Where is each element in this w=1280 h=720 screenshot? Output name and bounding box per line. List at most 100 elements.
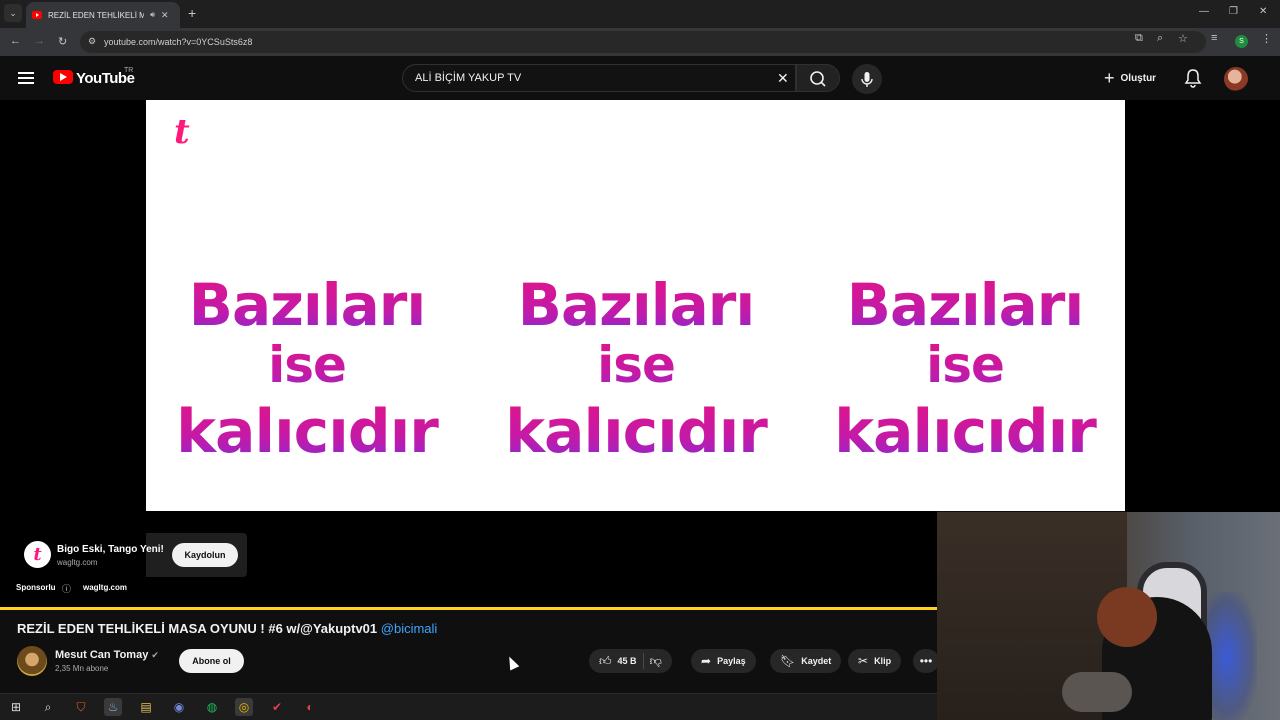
tango-logo: t <box>174 112 190 152</box>
promo-line: ise <box>501 340 771 402</box>
webcam-streamer-hair <box>1097 587 1157 647</box>
address-bar[interactable]: ⚙ youtube.com/watch?v=0YCSuSts6z8 <box>80 31 1206 53</box>
notifications-button[interactable] <box>1184 68 1202 93</box>
youtube-favicon-icon <box>32 11 42 19</box>
webcam-pet <box>1062 672 1132 712</box>
sponsor-domain[interactable]: wagltg.com <box>83 583 127 592</box>
account-avatar[interactable] <box>1224 67 1248 91</box>
streaming-app-icon[interactable]: ✔ <box>268 698 286 716</box>
video-title-text: REZİL EDEN TEHLİKELİ MASA OYUNU ! #6 w/@… <box>17 621 378 636</box>
like-count[interactable]: 45 B <box>618 656 637 666</box>
create-label: Oluştur <box>1120 72 1157 84</box>
ad-progress-bar[interactable] <box>0 607 937 610</box>
taskbar-search-icon[interactable]: ⌕ <box>39 698 57 716</box>
channel-name-text[interactable]: Mesut Can Tomay <box>55 649 148 661</box>
save-label: Kaydet <box>801 656 832 666</box>
forward-arrow-icon[interactable]: → <box>34 35 45 47</box>
browser-tab-active[interactable]: REZİL EDEN TEHLİKELİ MASA OYUNU ! #6 w/@… <box>26 2 180 28</box>
webcam-overlay <box>937 512 1280 720</box>
window-close-button[interactable]: ✕ <box>1259 6 1267 17</box>
create-button[interactable]: + Oluştur <box>1104 66 1156 90</box>
share-button[interactable]: ➦ Paylaş <box>691 649 756 673</box>
like-divider <box>642 653 644 669</box>
browser-menu-icon[interactable]: ⋮ <box>1261 32 1272 45</box>
channel-name[interactable]: Mesut Can Tomay ✔ <box>55 649 159 661</box>
clip-label: Klip <box>874 656 892 666</box>
video-title: REZİL EDEN TEHLİKELİ MASA OYUNU ! #6 w/@… <box>17 621 437 636</box>
guide-menu-icon[interactable] <box>18 72 34 84</box>
browser-profile-avatar[interactable]: S <box>1235 35 1248 48</box>
bookmark-icon: 🔖︎ <box>780 654 796 668</box>
search-query[interactable]: ALİ BİÇİM YAKUP TV <box>415 72 521 84</box>
file-explorer-icon[interactable]: ▤ <box>137 698 155 716</box>
obs-icon[interactable]: ◐ <box>301 698 319 716</box>
tab-title: REZİL EDEN TEHLİKELİ MASA OYUNU ! #6 w/@… <box>48 10 144 20</box>
discord-icon[interactable]: ◉ <box>170 698 188 716</box>
verified-badge-icon: ✔ <box>151 650 159 660</box>
steam-icon[interactable]: ♨ <box>104 698 122 716</box>
share-arrow-icon: ➦ <box>701 654 712 668</box>
microphone-icon <box>861 72 873 87</box>
subscriber-count: 2,35 Mn abone <box>55 664 109 673</box>
channel-avatar[interactable] <box>17 646 47 676</box>
ad-domain[interactable]: wagltg.com <box>57 558 97 567</box>
browser-toolbar: ← → ↻ ⚙ youtube.com/watch?v=0YCSuSts6z8 … <box>0 28 1280 56</box>
promo-text-block: Bazıları ise kalıcıdır <box>172 276 442 468</box>
player-letterbox-left <box>0 100 146 608</box>
windows-start-icon[interactable]: ⊞ <box>7 698 25 716</box>
back-arrow-icon[interactable]: ← <box>10 35 21 47</box>
browser-tab-strip: ⌄ REZİL EDEN TEHLİKELİ MASA OYUNU ! #6 w… <box>0 0 1280 28</box>
ad-signup-button[interactable]: Kaydolun <box>172 543 238 567</box>
share-label: Paylaş <box>717 656 746 666</box>
new-tab-button[interactable]: + <box>188 5 196 21</box>
player-letterbox-right <box>1125 100 1280 512</box>
search-input[interactable]: ALİ BİÇİM YAKUP TV ✕ <box>402 64 796 92</box>
plus-icon: + <box>1104 67 1115 88</box>
like-dislike-group: 👍︎ 45 B 👎︎ <box>589 649 672 673</box>
search-icon <box>810 71 826 87</box>
spotify-icon[interactable]: ◍ <box>203 698 221 716</box>
chrome-icon[interactable]: ◎ <box>235 698 253 716</box>
tab-close-icon[interactable]: ✕ <box>161 10 169 21</box>
speaker-icon[interactable]: 🔊︎ <box>150 10 155 20</box>
promo-line: Bazıları <box>172 276 442 340</box>
save-button[interactable]: 🔖︎ Kaydet <box>770 649 842 673</box>
site-info-icon[interactable]: ⚙ <box>88 36 96 47</box>
voice-search-button[interactable] <box>852 64 882 94</box>
zoom-icon[interactable]: ⌕ <box>1157 32 1163 45</box>
reload-icon[interactable]: ↻ <box>58 35 67 48</box>
country-code: TR <box>124 67 134 74</box>
clear-search-icon[interactable]: ✕ <box>777 70 789 87</box>
channel-mention-link[interactable]: @bicimali <box>381 621 438 636</box>
mouse-cursor-icon <box>504 654 520 671</box>
address-url[interactable]: youtube.com/watch?v=0YCSuSts6z8 <box>104 37 252 47</box>
player-letterbox-bottom <box>146 511 937 608</box>
bookmark-star-icon[interactable]: ☆ <box>1178 32 1188 45</box>
promo-line: kalıcıdır <box>501 402 771 468</box>
subscribe-button[interactable]: Abone ol <box>179 649 244 673</box>
restore-button[interactable]: ❐ <box>1229 6 1238 17</box>
brave-browser-icon[interactable]: ⛉ <box>72 698 90 716</box>
youtube-masthead: YouTube TR ALİ BİÇİM YAKUP TV ✕ + Oluştu… <box>0 56 1280 100</box>
promo-line: Bazıları <box>830 276 1100 340</box>
bell-icon <box>1184 69 1202 88</box>
media-controls-icon[interactable]: ≡ <box>1211 32 1217 44</box>
youtube-logo-icon[interactable] <box>53 70 73 84</box>
thumbs-up-icon[interactable]: 👍︎ <box>599 654 612 669</box>
promo-text-block: Bazıları ise kalıcıdır <box>830 276 1100 468</box>
thumbs-down-icon[interactable]: 👎︎ <box>650 654 662 669</box>
sponsored-label: Sponsorlu <box>16 583 56 592</box>
video-frame[interactable]: t Bazıları ise kalıcıdır Bazıları ise ka… <box>146 100 1125 511</box>
more-actions-icon[interactable]: ••• <box>913 649 939 673</box>
cast-icon[interactable]: ⧉ <box>1135 32 1143 45</box>
ad-info-icon[interactable]: ⓘ <box>62 582 71 595</box>
promo-line: kalıcıdır <box>172 402 442 468</box>
advertiser-logo[interactable]: t <box>24 541 51 568</box>
search-button[interactable] <box>796 64 840 92</box>
clip-button[interactable]: ✂ Klip <box>848 649 902 673</box>
ad-title[interactable]: Bigo Eski, Tango Yeni! <box>57 544 164 555</box>
tab-search-menu-icon[interactable]: ⌄ <box>4 4 22 22</box>
promo-text-block: Bazıları ise kalıcıdır <box>501 276 771 468</box>
minimize-button[interactable]: — <box>1199 6 1209 17</box>
promo-line: Bazıları <box>501 276 771 340</box>
